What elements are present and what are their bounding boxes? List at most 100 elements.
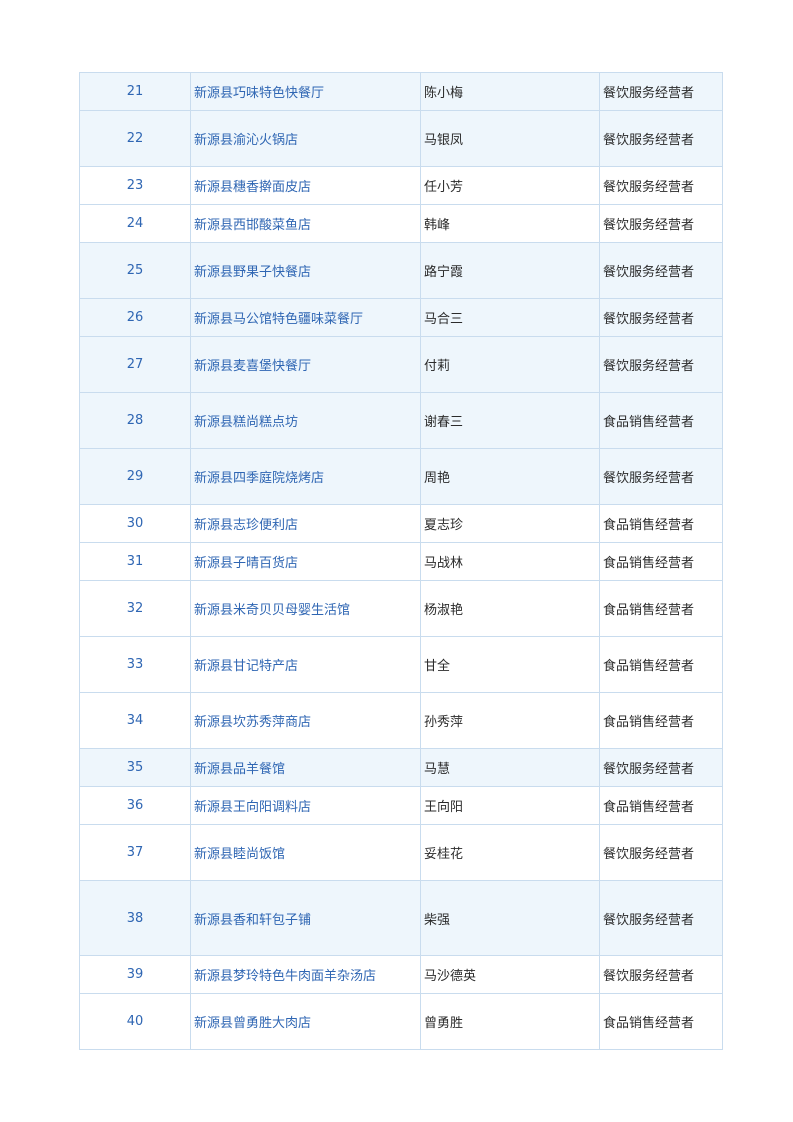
table-row: 40 新源县曾勇胜大肉店 曾勇胜 食品销售经营者 bbox=[79, 993, 723, 1050]
operator-name: 杨淑艳 bbox=[420, 580, 600, 637]
operator-type: 餐饮服务经营者 bbox=[599, 72, 723, 111]
row-number: 30 bbox=[79, 504, 191, 543]
operator-type: 食品销售经营者 bbox=[599, 993, 723, 1050]
operator-name: 路宁霞 bbox=[420, 242, 600, 299]
business-name: 新源县四季庭院烧烤店 bbox=[190, 448, 421, 505]
business-name: 新源县品羊餐馆 bbox=[190, 748, 421, 787]
business-name: 新源县渝沁火锅店 bbox=[190, 110, 421, 167]
table-row: 35 新源县品羊餐馆 马慧 餐饮服务经营者 bbox=[79, 748, 723, 787]
row-number: 24 bbox=[79, 204, 191, 243]
business-name: 新源县王向阳调料店 bbox=[190, 786, 421, 825]
operator-type: 餐饮服务经营者 bbox=[599, 204, 723, 243]
operator-type: 食品销售经营者 bbox=[599, 580, 723, 637]
business-name: 新源县米奇贝贝母婴生活馆 bbox=[190, 580, 421, 637]
row-number: 23 bbox=[79, 166, 191, 205]
row-number: 25 bbox=[79, 242, 191, 299]
operator-name: 马慧 bbox=[420, 748, 600, 787]
table-row: 24 新源县西邯酸菜鱼店 韩峰 餐饮服务经营者 bbox=[79, 204, 723, 243]
operator-name: 夏志珍 bbox=[420, 504, 600, 543]
operator-type: 餐饮服务经营者 bbox=[599, 955, 723, 994]
table-row: 23 新源县穗香擀面皮店 任小芳 餐饮服务经营者 bbox=[79, 166, 723, 205]
row-number: 40 bbox=[79, 993, 191, 1050]
table-row: 22 新源县渝沁火锅店 马银凤 餐饮服务经营者 bbox=[79, 110, 723, 167]
operator-type: 餐饮服务经营者 bbox=[599, 748, 723, 787]
operator-type: 食品销售经营者 bbox=[599, 504, 723, 543]
license-table-container: 21 新源县巧味特色快餐厅 陈小梅 餐饮服务经营者 22 新源县渝沁火锅店 马银… bbox=[79, 72, 723, 1050]
row-number: 27 bbox=[79, 336, 191, 393]
operator-name: 马银凤 bbox=[420, 110, 600, 167]
table-row: 26 新源县马公馆特色疆味菜餐厅 马合三 餐饮服务经营者 bbox=[79, 298, 723, 337]
row-number: 26 bbox=[79, 298, 191, 337]
table-row: 38 新源县香和轩包子铺 柴强 餐饮服务经营者 bbox=[79, 880, 723, 956]
business-name: 新源县马公馆特色疆味菜餐厅 bbox=[190, 298, 421, 337]
business-name: 新源县曾勇胜大肉店 bbox=[190, 993, 421, 1050]
table-row: 36 新源县王向阳调料店 王向阳 食品销售经营者 bbox=[79, 786, 723, 825]
business-name: 新源县坎苏秀萍商店 bbox=[190, 692, 421, 749]
row-number: 21 bbox=[79, 72, 191, 111]
business-name: 新源县睦尚饭馆 bbox=[190, 824, 421, 881]
row-number: 33 bbox=[79, 636, 191, 693]
operator-name: 王向阳 bbox=[420, 786, 600, 825]
row-number: 39 bbox=[79, 955, 191, 994]
table-row: 29 新源县四季庭院烧烤店 周艳 餐饮服务经营者 bbox=[79, 448, 723, 505]
row-number: 36 bbox=[79, 786, 191, 825]
operator-name: 韩峰 bbox=[420, 204, 600, 243]
operator-name: 周艳 bbox=[420, 448, 600, 505]
operator-type: 食品销售经营者 bbox=[599, 636, 723, 693]
table-row: 39 新源县梦玲特色牛肉面羊杂汤店 马沙德英 餐饮服务经营者 bbox=[79, 955, 723, 994]
table-row: 31 新源县子晴百货店 马战林 食品销售经营者 bbox=[79, 542, 723, 581]
operator-type: 餐饮服务经营者 bbox=[599, 242, 723, 299]
operator-type: 餐饮服务经营者 bbox=[599, 166, 723, 205]
operator-name: 谢春三 bbox=[420, 392, 600, 449]
business-name: 新源县糕尚糕点坊 bbox=[190, 392, 421, 449]
table-row: 37 新源县睦尚饭馆 妥桂花 餐饮服务经营者 bbox=[79, 824, 723, 881]
license-table: 21 新源县巧味特色快餐厅 陈小梅 餐饮服务经营者 22 新源县渝沁火锅店 马银… bbox=[79, 72, 723, 1050]
operator-name: 甘全 bbox=[420, 636, 600, 693]
operator-type: 餐饮服务经营者 bbox=[599, 880, 723, 956]
operator-name: 曾勇胜 bbox=[420, 993, 600, 1050]
row-number: 32 bbox=[79, 580, 191, 637]
table-row: 32 新源县米奇贝贝母婴生活馆 杨淑艳 食品销售经营者 bbox=[79, 580, 723, 637]
operator-type: 食品销售经营者 bbox=[599, 542, 723, 581]
row-number: 35 bbox=[79, 748, 191, 787]
business-name: 新源县巧味特色快餐厅 bbox=[190, 72, 421, 111]
business-name: 新源县穗香擀面皮店 bbox=[190, 166, 421, 205]
operator-type: 餐饮服务经营者 bbox=[599, 298, 723, 337]
business-name: 新源县麦喜堡快餐厅 bbox=[190, 336, 421, 393]
table-row: 33 新源县甘记特产店 甘全 食品销售经营者 bbox=[79, 636, 723, 693]
operator-name: 孙秀萍 bbox=[420, 692, 600, 749]
business-name: 新源县子晴百货店 bbox=[190, 542, 421, 581]
row-number: 29 bbox=[79, 448, 191, 505]
operator-type: 餐饮服务经营者 bbox=[599, 110, 723, 167]
operator-type: 餐饮服务经营者 bbox=[599, 448, 723, 505]
operator-name: 马战林 bbox=[420, 542, 600, 581]
row-number: 37 bbox=[79, 824, 191, 881]
business-name: 新源县梦玲特色牛肉面羊杂汤店 bbox=[190, 955, 421, 994]
table-row: 25 新源县野果子快餐店 路宁霞 餐饮服务经营者 bbox=[79, 242, 723, 299]
operator-name: 任小芳 bbox=[420, 166, 600, 205]
business-name: 新源县志珍便利店 bbox=[190, 504, 421, 543]
row-number: 38 bbox=[79, 880, 191, 956]
row-number: 31 bbox=[79, 542, 191, 581]
row-number: 28 bbox=[79, 392, 191, 449]
operator-type: 食品销售经营者 bbox=[599, 786, 723, 825]
row-number: 22 bbox=[79, 110, 191, 167]
business-name: 新源县甘记特产店 bbox=[190, 636, 421, 693]
operator-name: 柴强 bbox=[420, 880, 600, 956]
operator-name: 付莉 bbox=[420, 336, 600, 393]
table-row: 27 新源县麦喜堡快餐厅 付莉 餐饮服务经营者 bbox=[79, 336, 723, 393]
operator-type: 餐饮服务经营者 bbox=[599, 824, 723, 881]
operator-type: 餐饮服务经营者 bbox=[599, 336, 723, 393]
table-row: 21 新源县巧味特色快餐厅 陈小梅 餐饮服务经营者 bbox=[79, 72, 723, 111]
business-name: 新源县香和轩包子铺 bbox=[190, 880, 421, 956]
operator-name: 马合三 bbox=[420, 298, 600, 337]
operator-name: 妥桂花 bbox=[420, 824, 600, 881]
table-row: 30 新源县志珍便利店 夏志珍 食品销售经营者 bbox=[79, 504, 723, 543]
table-row: 28 新源县糕尚糕点坊 谢春三 食品销售经营者 bbox=[79, 392, 723, 449]
operator-name: 马沙德英 bbox=[420, 955, 600, 994]
operator-name: 陈小梅 bbox=[420, 72, 600, 111]
table-row: 34 新源县坎苏秀萍商店 孙秀萍 食品销售经营者 bbox=[79, 692, 723, 749]
row-number: 34 bbox=[79, 692, 191, 749]
business-name: 新源县西邯酸菜鱼店 bbox=[190, 204, 421, 243]
operator-type: 食品销售经营者 bbox=[599, 692, 723, 749]
